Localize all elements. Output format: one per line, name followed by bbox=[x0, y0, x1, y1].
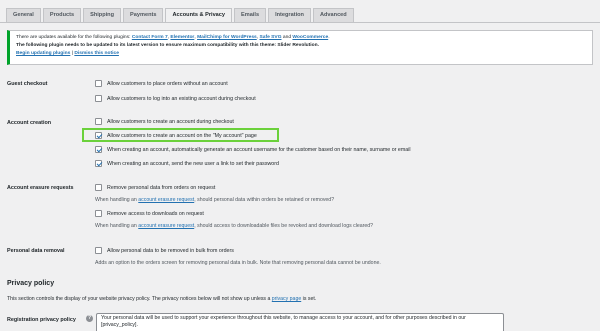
tab-advanced[interactable]: Advanced bbox=[312, 8, 354, 22]
privacy-policy-intro: This section controls the display of you… bbox=[7, 296, 317, 302]
erasure-desc-2: When handling an account erasure request… bbox=[95, 223, 374, 229]
tab-integration[interactable]: Integration bbox=[268, 8, 311, 22]
plugin-link-woocommerce[interactable]: WooCommerce bbox=[292, 35, 328, 40]
erasure-option-1[interactable]: Remove personal data from orders on requ… bbox=[95, 183, 215, 192]
account-erasure-request-link-2[interactable]: account erasure request bbox=[138, 223, 194, 229]
bulk-remove-checkbox[interactable] bbox=[95, 247, 102, 254]
notice-actions: Begin updating plugins | Dismiss this no… bbox=[16, 51, 119, 56]
tab-divider bbox=[0, 22, 600, 23]
removal-option-1[interactable]: Allow personal data to be removed in bul… bbox=[95, 246, 234, 255]
tab-products[interactable]: Products bbox=[42, 8, 82, 22]
plugin-link-contact-form-7[interactable]: Contact Form 7 bbox=[132, 35, 168, 40]
plugin-link-elementor[interactable]: Elementor bbox=[170, 35, 194, 40]
privacy-policy-heading: Privacy policy bbox=[7, 280, 55, 287]
dismiss-notice-link[interactable]: Dismiss this notice bbox=[74, 51, 119, 56]
account-creation-option-4[interactable]: When creating an account, send the new u… bbox=[95, 159, 279, 168]
notice-plugins-line: There are updates available for the foll… bbox=[16, 35, 330, 40]
tab-accounts-privacy[interactable]: Accounts & Privacy bbox=[165, 8, 233, 22]
remove-downloads-checkbox[interactable] bbox=[95, 210, 102, 217]
removal-desc: Adds an option to the orders screen for … bbox=[95, 260, 381, 266]
registration-privacy-label: Registration privacy policy bbox=[7, 317, 76, 323]
registration-privacy-textarea[interactable]: Your personal data will be used to suppo… bbox=[96, 313, 504, 331]
send-password-link-checkbox[interactable] bbox=[95, 160, 102, 167]
plugin-update-notice: There are updates available for the foll… bbox=[7, 30, 593, 65]
account-creation-option-1[interactable]: Allow customers to create an account dur… bbox=[95, 117, 234, 126]
create-account-checkout-checkbox[interactable] bbox=[95, 118, 102, 125]
guest-checkout-option-2[interactable]: Allow customers to log into an existing … bbox=[95, 94, 256, 103]
tab-shipping[interactable]: Shipping bbox=[83, 8, 122, 22]
guest-login-checkbox[interactable] bbox=[95, 95, 102, 102]
begin-updating-link[interactable]: Begin updating plugins bbox=[16, 51, 70, 56]
guest-checkout-option-1[interactable]: Allow customers to place orders without … bbox=[95, 79, 228, 88]
erasure-option-2[interactable]: Remove access to downloads on request bbox=[95, 209, 204, 218]
highlight-box bbox=[82, 128, 279, 142]
tab-emails[interactable]: Emails bbox=[234, 8, 267, 22]
notice-compat-line: The following plugin needs to be updated… bbox=[16, 43, 319, 48]
account-creation-option-3[interactable]: When creating an account, automatically … bbox=[95, 145, 411, 154]
help-icon[interactable]: ? bbox=[86, 315, 93, 322]
guest-checkout-label: Guest checkout bbox=[7, 81, 48, 87]
tab-general[interactable]: General bbox=[6, 8, 41, 22]
account-erasure-request-link-1[interactable]: account erasure request bbox=[138, 197, 194, 203]
guest-orders-checkbox[interactable] bbox=[95, 80, 102, 87]
account-erasure-label: Account erasure requests bbox=[7, 185, 74, 191]
plugin-link-safe-svg[interactable]: Safe SVG bbox=[259, 35, 281, 40]
erasure-desc-1: When handling an account erasure request… bbox=[95, 197, 335, 203]
generate-username-checkbox[interactable] bbox=[95, 146, 102, 153]
settings-tabs: General Products Shipping Payments Accou… bbox=[6, 8, 354, 22]
account-creation-label: Account creation bbox=[7, 120, 52, 126]
tab-payments[interactable]: Payments bbox=[123, 8, 164, 22]
plugin-link-mailchimp[interactable]: MailChimp for WordPress bbox=[197, 35, 257, 40]
remove-order-data-checkbox[interactable] bbox=[95, 184, 102, 191]
personal-data-removal-label: Personal data removal bbox=[7, 248, 65, 254]
privacy-page-link[interactable]: privacy page bbox=[272, 296, 301, 302]
